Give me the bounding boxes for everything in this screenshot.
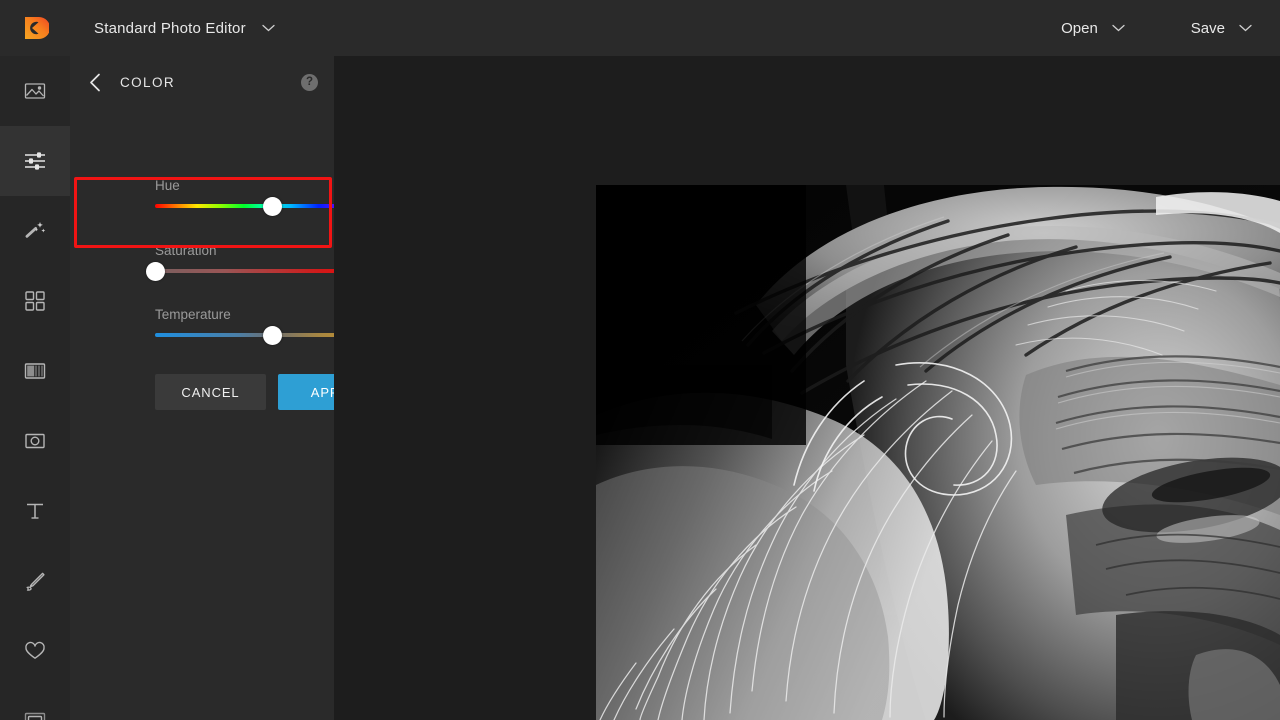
slider-hue-knob[interactable] — [263, 197, 282, 216]
save-button[interactable]: Save — [1181, 12, 1262, 45]
panel-header: COLOR ? — [70, 56, 334, 108]
border-icon — [22, 708, 48, 720]
app-header: Standard Photo Editor Open Save — [0, 0, 1280, 56]
sidebar-item-text[interactable] — [0, 476, 70, 546]
chevron-down-icon — [1112, 24, 1125, 32]
cancel-button[interactable]: CANCEL — [155, 374, 266, 410]
slider-saturation-knob[interactable] — [146, 262, 165, 281]
panel-back-button[interactable] — [84, 71, 106, 93]
help-icon[interactable]: ? — [301, 74, 318, 91]
sidebar-item-vignette[interactable] — [0, 406, 70, 476]
sliders-icon — [22, 148, 48, 174]
chevron-left-icon — [89, 73, 101, 92]
sidebar-item-frames[interactable] — [0, 336, 70, 406]
sidebar-item-border[interactable] — [0, 686, 70, 720]
slider-hue-label: Hue — [155, 178, 180, 193]
grid-icon — [23, 289, 47, 313]
chevron-down-icon — [1239, 24, 1252, 32]
sidebar-item-overlays[interactable] — [0, 266, 70, 336]
magic-wand-icon — [22, 218, 48, 244]
sidebar-item-effects[interactable] — [0, 196, 70, 266]
tool-sidebar — [0, 56, 70, 720]
sidebar-item-draw[interactable] — [0, 546, 70, 616]
image-icon — [22, 78, 48, 104]
app-logo-icon — [21, 14, 49, 42]
photo-canvas[interactable] — [334, 56, 1280, 720]
slider-temperature-label: Temperature — [155, 307, 231, 322]
open-button-label: Open — [1061, 20, 1098, 37]
slider-temperature-knob[interactable] — [263, 326, 282, 345]
sidebar-item-favorites[interactable] — [0, 616, 70, 686]
open-button[interactable]: Open — [1051, 12, 1135, 45]
text-icon — [22, 498, 48, 524]
brush-icon — [22, 568, 48, 594]
sidebar-item-image[interactable] — [0, 56, 70, 126]
slider-saturation-label: Saturation — [155, 243, 217, 258]
app-title-dropdown[interactable] — [262, 24, 275, 32]
color-panel: COLOR ? Hue 0° Saturation -100 — [70, 56, 334, 720]
app-title: Standard Photo Editor — [94, 20, 246, 37]
app-logo[interactable] — [0, 0, 70, 56]
camera-icon — [22, 428, 48, 454]
photo-editor-app: Standard Photo Editor Open Save — [0, 0, 1280, 720]
chevron-down-icon — [262, 24, 275, 32]
sidebar-item-adjust[interactable] — [0, 126, 70, 196]
save-button-label: Save — [1191, 20, 1225, 37]
header-actions: Open Save — [1051, 12, 1280, 45]
edited-photo[interactable] — [596, 185, 1280, 720]
heart-icon — [22, 638, 48, 664]
panel-title: COLOR — [120, 75, 175, 90]
collage-icon — [22, 358, 48, 384]
portrait-photo-graphic — [596, 185, 1280, 720]
